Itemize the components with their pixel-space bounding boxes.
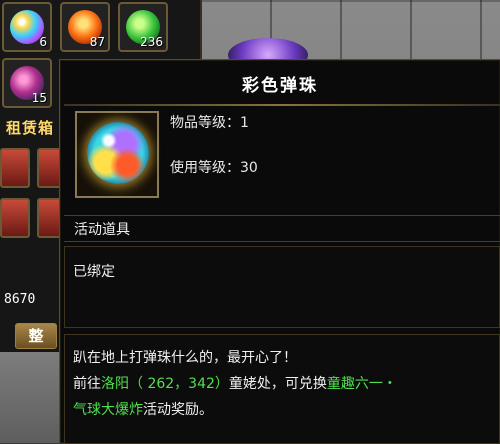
inventory-slot-rainbow-marble[interactable]: 6 [2,2,52,52]
description-line-1: 趴在地上打弹珠什么的，最开心了！ [73,350,297,366]
event-name-cont: 气球大爆炸 [73,402,143,418]
item-level-row: 物品等级：1 [170,115,249,131]
item-tooltip: 彩色弹珠 物品等级：1 使用等级：30 活动道具 已绑定 趴在地上打弹珠什么的，… [59,59,500,444]
slot-count: 87 [89,35,105,49]
description-line-2: 前往洛阳（ 262，342）童姥处，可兑换童趣六一・ [73,376,397,392]
inventory-slot-pink-bubbles[interactable]: 15 [2,58,52,108]
item-name: 彩色弹珠 [242,75,318,96]
slot-count: 236 [140,35,163,49]
use-level-label: 使用等级 [170,160,226,176]
item-level-label: 物品等级 [170,115,226,131]
item-icon-frame [75,111,159,198]
inventory-slot-fire-orb[interactable]: 87 [60,2,110,52]
item-category: 活动道具 [74,222,130,238]
item-level-value: 1 [240,115,249,131]
slot-count: 15 [31,91,47,105]
inventory-slot-green-orb[interactable]: 236 [118,2,168,52]
gold-amount: 8670 [4,292,36,307]
sort-button[interactable]: 整 [15,323,57,349]
divider [64,215,500,216]
bound-panel: 已绑定 [64,246,500,328]
stone-floor-left [0,352,60,443]
rainbow-marble-icon [87,122,149,184]
bound-status: 已绑定 [73,264,115,280]
rent-box-label: 租赁箱 [6,119,55,137]
title-divider [64,104,500,106]
location-link[interactable]: 洛阳 [101,376,129,392]
description-panel: 趴在地上打弹珠什么的，最开心了！ 前往洛阳（ 262，342）童姥处，可兑换童趣… [64,334,500,444]
coordinates: （ 262，342） [129,376,229,392]
divider [64,241,500,242]
description-line-3: 气球大爆炸活动奖励。 [73,402,213,418]
use-level-value: 30 [240,160,258,176]
use-level-row: 使用等级：30 [170,160,258,176]
event-name: 童趣六一・ [326,376,397,392]
chest-slot[interactable] [0,148,30,188]
slot-count: 6 [39,35,47,49]
chest-slot[interactable] [0,198,30,238]
